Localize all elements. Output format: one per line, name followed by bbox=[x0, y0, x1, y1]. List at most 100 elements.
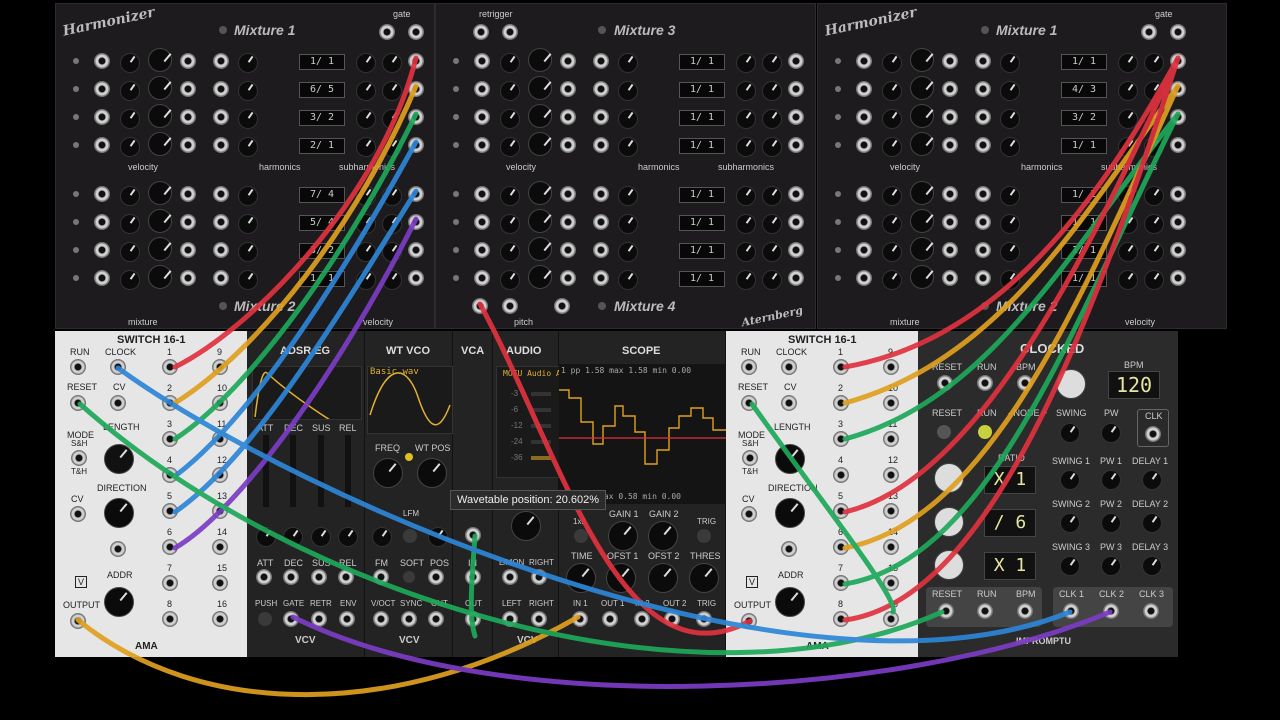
mid-sub-knob-8[interactable] bbox=[736, 270, 756, 290]
left-sub-knob-4[interactable] bbox=[356, 137, 376, 157]
right-sub-knob-b-8[interactable] bbox=[1144, 270, 1164, 290]
right-sub-knob-3[interactable] bbox=[1118, 109, 1138, 129]
mid-velocity-jack-8[interactable] bbox=[474, 270, 490, 286]
left-sub-knob-b-3[interactable] bbox=[382, 109, 402, 129]
rel-cv-jack[interactable] bbox=[338, 569, 354, 585]
right-harm-knob-7[interactable] bbox=[1000, 242, 1020, 262]
right-sub-knob-4[interactable] bbox=[1118, 137, 1138, 157]
left-harm-jack-3[interactable] bbox=[213, 109, 229, 125]
att-slider[interactable] bbox=[263, 435, 269, 507]
mid-velocity-jack-5[interactable] bbox=[474, 186, 490, 202]
reset-in-jack[interactable] bbox=[937, 375, 953, 391]
right-mix-jack-8[interactable] bbox=[942, 270, 958, 286]
right-input-jack-12[interactable] bbox=[883, 467, 899, 483]
att-cv-jack[interactable] bbox=[256, 569, 272, 585]
vca-cv-jack[interactable] bbox=[465, 527, 481, 543]
reset-jack[interactable] bbox=[70, 395, 86, 411]
right-harm-jack-7[interactable] bbox=[975, 242, 991, 258]
mid-velocity-knob-1[interactable] bbox=[500, 53, 520, 73]
run-in-jack[interactable] bbox=[977, 375, 993, 391]
trig-button[interactable] bbox=[697, 529, 711, 543]
mid-level-knob-6[interactable] bbox=[528, 209, 552, 233]
right-level-knob-8[interactable] bbox=[910, 265, 934, 289]
mid-sub-knob-5[interactable] bbox=[736, 186, 756, 206]
direction-cv-jack[interactable] bbox=[70, 506, 86, 522]
clk-jack[interactable] bbox=[1145, 426, 1161, 442]
mid-out-jack-7[interactable] bbox=[788, 242, 804, 258]
right-input-jack-8[interactable] bbox=[833, 611, 849, 627]
right-input-jack-4[interactable] bbox=[833, 467, 849, 483]
mid-harm-knob-8[interactable] bbox=[618, 270, 638, 290]
right-input-jack-1[interactable] bbox=[833, 359, 849, 375]
mid-harm-knob-2[interactable] bbox=[618, 81, 638, 101]
right-velocity-knob-7[interactable] bbox=[882, 242, 902, 262]
mid-velocity-jack-6[interactable] bbox=[474, 214, 490, 230]
gate-jack-right-1[interactable] bbox=[1141, 24, 1157, 40]
right-input-jack-3[interactable] bbox=[833, 431, 849, 447]
left-out-jack-4[interactable] bbox=[408, 137, 424, 153]
voct-jack[interactable] bbox=[373, 611, 389, 627]
left-sub-knob-b-6[interactable] bbox=[382, 214, 402, 234]
right-sub-knob-b-6[interactable] bbox=[1144, 214, 1164, 234]
right-harm-knob-8[interactable] bbox=[1000, 270, 1020, 290]
right-velocity-jack-5[interactable] bbox=[856, 186, 872, 202]
mixture-4-led[interactable] bbox=[598, 302, 606, 310]
right-velocity-jack-1[interactable] bbox=[856, 53, 872, 69]
right-sub-knob-7[interactable] bbox=[1118, 242, 1138, 262]
mid-out-jack-1[interactable] bbox=[788, 53, 804, 69]
left-level-knob-4[interactable] bbox=[148, 132, 172, 156]
mid-level-knob-1[interactable] bbox=[528, 48, 552, 72]
reset-button[interactable] bbox=[937, 425, 951, 439]
mid-sub-knob-b-6[interactable] bbox=[762, 214, 782, 234]
left-input-jack-16[interactable] bbox=[212, 611, 228, 627]
in2-jack[interactable] bbox=[634, 611, 650, 627]
addr-jack-right[interactable] bbox=[781, 541, 797, 557]
length-knob[interactable] bbox=[104, 444, 134, 474]
mid-velocity-jack-2[interactable] bbox=[474, 81, 490, 97]
pw-knob[interactable] bbox=[1101, 423, 1121, 443]
addr-knob[interactable] bbox=[104, 587, 134, 617]
pos-jack[interactable] bbox=[428, 569, 444, 585]
audio-in-right-jack[interactable] bbox=[531, 569, 547, 585]
swing1-knob[interactable] bbox=[1060, 470, 1080, 490]
left-input-jack-6[interactable] bbox=[162, 539, 178, 555]
mid-velocity-jack-1[interactable] bbox=[474, 53, 490, 69]
left-input-jack-11[interactable] bbox=[212, 431, 228, 447]
mid-velocity-knob-4[interactable] bbox=[500, 137, 520, 157]
bpm-knob[interactable] bbox=[1056, 369, 1086, 399]
right-velocity-knob-5[interactable] bbox=[882, 186, 902, 206]
mid-sub-knob-b-2[interactable] bbox=[762, 81, 782, 101]
length-knob-right[interactable] bbox=[775, 444, 805, 474]
left-mix-jack-1[interactable] bbox=[180, 53, 196, 69]
left-mix-jack-2[interactable] bbox=[180, 81, 196, 97]
trig-jack[interactable] bbox=[696, 611, 712, 627]
left-sub-knob-b-2[interactable] bbox=[382, 81, 402, 101]
left-harm-jack-2[interactable] bbox=[213, 81, 229, 97]
gate-jack-right-2[interactable] bbox=[1170, 24, 1186, 40]
left-mix-jack-6[interactable] bbox=[180, 214, 196, 230]
mid-level-knob-2[interactable] bbox=[528, 76, 552, 100]
left-harm-knob-6[interactable] bbox=[238, 214, 258, 234]
left-sub-knob-b-1[interactable] bbox=[382, 53, 402, 73]
wtpos-knob[interactable] bbox=[417, 458, 447, 488]
rel-cv-knob[interactable] bbox=[338, 527, 358, 547]
vca-in-jack[interactable] bbox=[465, 569, 481, 585]
left-mix-jack-3[interactable] bbox=[180, 109, 196, 125]
right-level-knob-1[interactable] bbox=[910, 48, 934, 72]
direction-knob[interactable] bbox=[104, 498, 134, 528]
left-harm-knob-1[interactable] bbox=[238, 53, 258, 73]
right-level-knob-7[interactable] bbox=[910, 237, 934, 261]
left-harm-knob-8[interactable] bbox=[238, 270, 258, 290]
wtvco-out-jack[interactable] bbox=[428, 611, 444, 627]
mid-sub-knob-b-4[interactable] bbox=[762, 137, 782, 157]
mid-sub-knob-4[interactable] bbox=[736, 137, 756, 157]
run-out-jack[interactable] bbox=[977, 603, 993, 619]
mid-velocity-knob-6[interactable] bbox=[500, 214, 520, 234]
mid-mix-jack-1[interactable] bbox=[560, 53, 576, 69]
mid-level-knob-4[interactable] bbox=[528, 132, 552, 156]
addr-knob-right[interactable] bbox=[775, 587, 805, 617]
left-mix-jack-5[interactable] bbox=[180, 186, 196, 202]
delay2-knob[interactable] bbox=[1142, 513, 1162, 533]
mid-harm-jack-7[interactable] bbox=[593, 242, 609, 258]
left-velocity-jack-6[interactable] bbox=[94, 214, 110, 230]
